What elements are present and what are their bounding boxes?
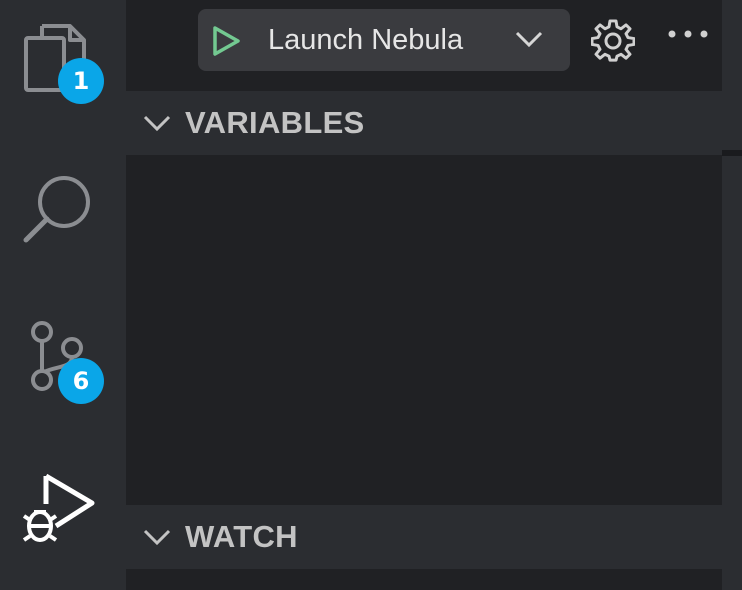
chevron-down-icon [143,529,171,546]
ellipsis-icon[interactable] [666,28,710,40]
play-icon[interactable] [210,25,242,57]
launch-config-label: Launch Nebula [268,24,464,56]
editor-edge [722,0,742,590]
chevron-down-icon [143,115,171,132]
variables-section-title: VARIABLES [185,105,365,140]
editor-edge-shadow [722,150,742,156]
variables-section-header[interactable]: VARIABLES [126,91,722,155]
explorer-tab[interactable]: 1 [0,0,126,130]
watch-section-header[interactable]: WATCH [126,505,722,569]
source-control-badge: 6 [58,358,104,404]
chevron-down-icon[interactable] [514,29,544,49]
run-debug-icon [22,473,95,542]
watch-section-title: WATCH [185,519,298,554]
gear-icon[interactable] [591,19,635,63]
search-icon [23,176,90,243]
run-debug-sidebar [126,0,722,590]
run-debug-tab[interactable] [0,460,126,590]
activity-bar: 1 6 [0,0,126,590]
source-control-tab[interactable]: 6 [0,300,126,430]
launch-config-selector[interactable]: Launch Nebula [198,9,570,71]
explorer-badge: 1 [58,58,104,104]
search-tab[interactable] [0,150,126,280]
